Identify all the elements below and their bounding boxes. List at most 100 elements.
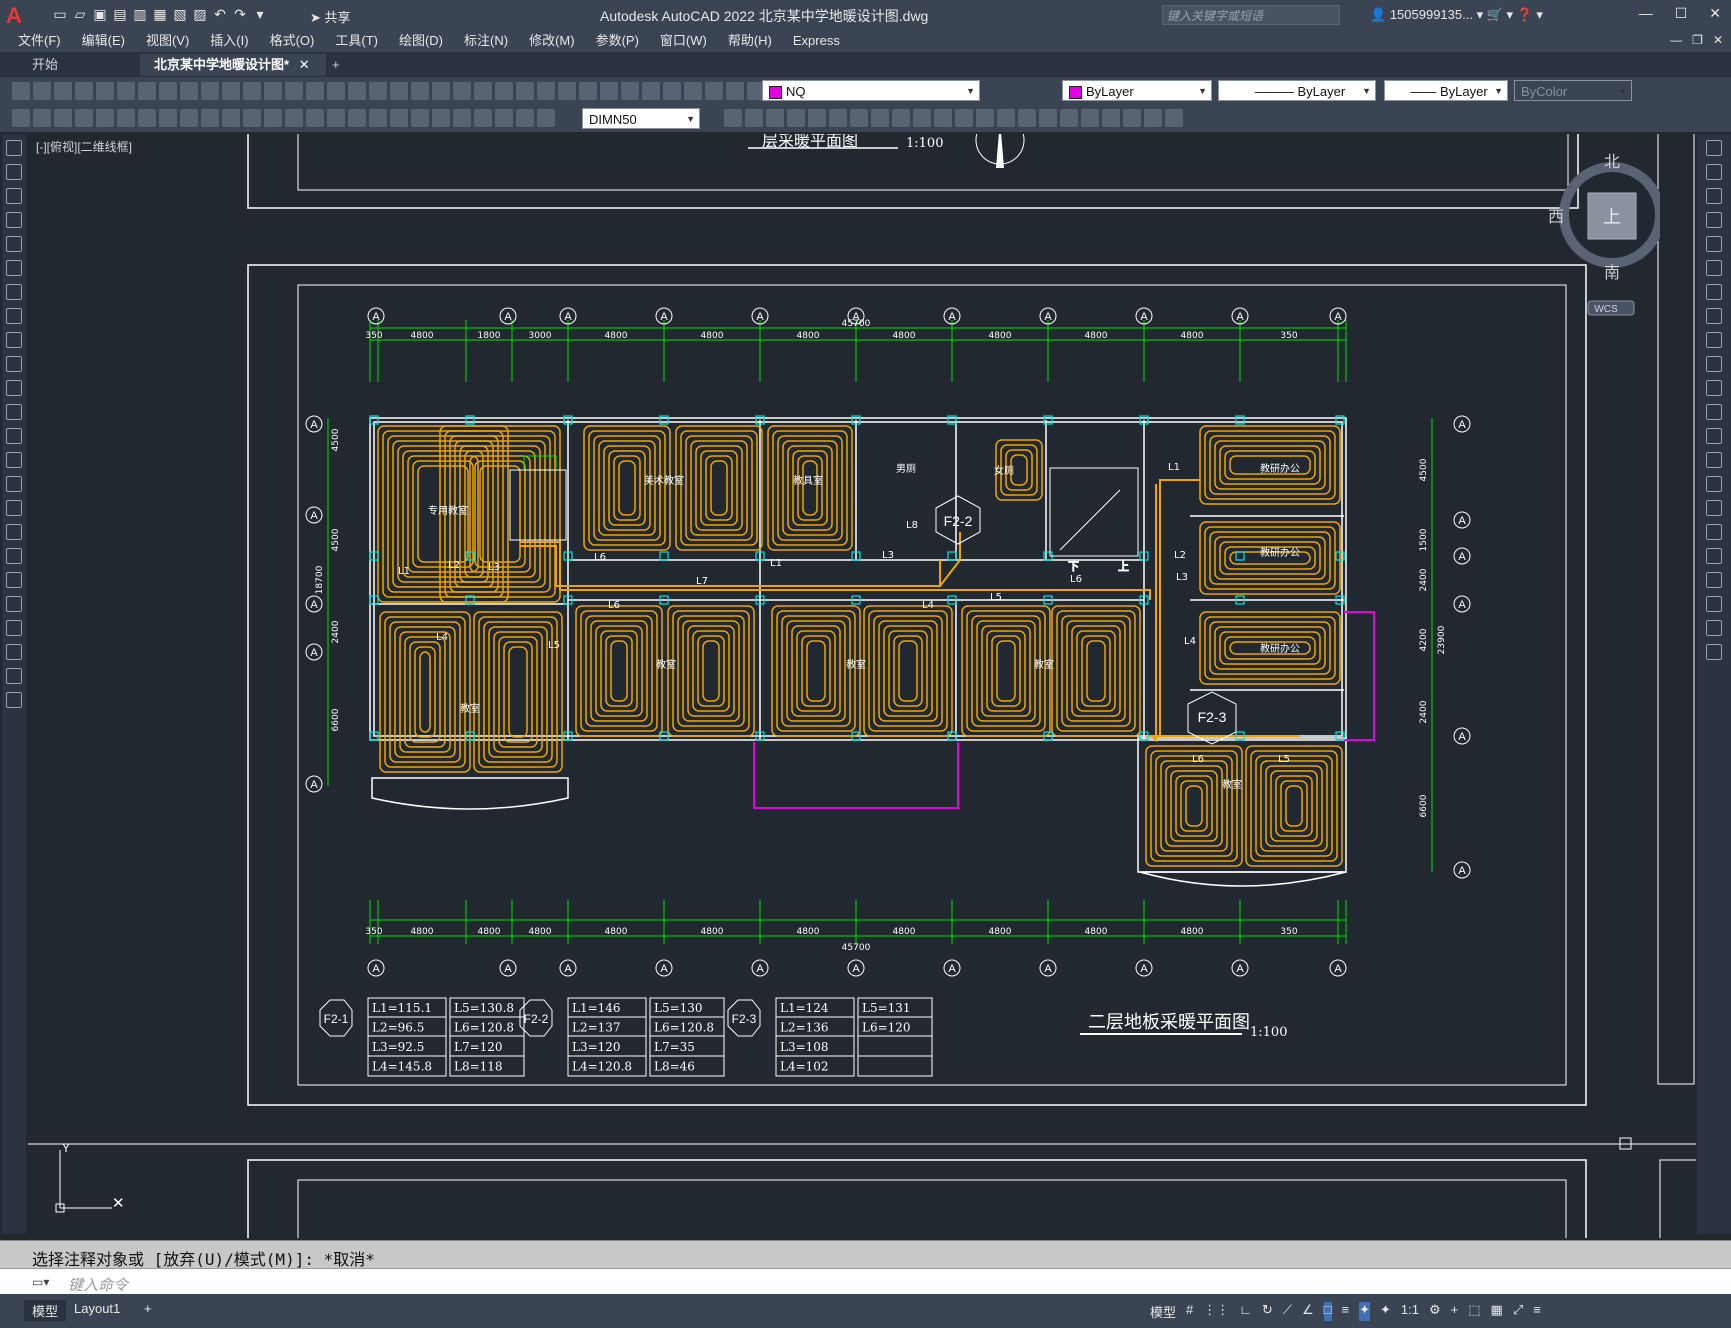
modify-tool-13[interactable] bbox=[1706, 452, 1722, 468]
close-button[interactable]: ✕ bbox=[1709, 5, 1721, 22]
draw-tool-18[interactable] bbox=[6, 572, 22, 588]
menu-item-0[interactable]: 文件(F) bbox=[18, 30, 61, 52]
open-sheet-icon[interactable]: ▥ bbox=[132, 6, 148, 22]
modify-tool-9[interactable] bbox=[1706, 356, 1722, 372]
modify-tool-icon-4[interactable] bbox=[808, 109, 826, 127]
draw-tool-21[interactable] bbox=[6, 644, 22, 660]
draw-tool-17[interactable] bbox=[6, 548, 22, 564]
draw-tool-12[interactable] bbox=[6, 428, 22, 444]
lineweight-icon[interactable]: ≡ bbox=[1342, 1302, 1350, 1321]
standard-tool-icon-20[interactable] bbox=[432, 82, 450, 100]
modify-tool-icon-18[interactable] bbox=[1102, 109, 1120, 127]
lineweight-combo[interactable]: —— ByLayer ▼ bbox=[1384, 80, 1508, 101]
modify-tool-icon-13[interactable] bbox=[997, 109, 1015, 127]
modify-tool-icon-1[interactable] bbox=[745, 109, 763, 127]
menu-item-10[interactable]: 窗口(W) bbox=[660, 30, 707, 52]
dim-tool-icon-6[interactable] bbox=[138, 109, 156, 127]
modify-tool-icon-16[interactable] bbox=[1060, 109, 1078, 127]
new-file-icon[interactable]: ▭ bbox=[52, 6, 68, 22]
osnap-icon[interactable]: ∠ bbox=[1302, 1302, 1314, 1321]
standard-tool-icon-22[interactable] bbox=[474, 82, 492, 100]
standard-tool-icon-12[interactable] bbox=[264, 82, 282, 100]
standard-tool-icon-7[interactable] bbox=[159, 82, 177, 100]
standard-tool-icon-11[interactable] bbox=[243, 82, 261, 100]
object-snap-icon[interactable]: □ bbox=[1323, 1302, 1332, 1321]
standard-tool-icon-30[interactable] bbox=[642, 82, 660, 100]
draw-tool-5[interactable] bbox=[6, 260, 22, 276]
dim-tool-icon-4[interactable] bbox=[96, 109, 114, 127]
modify-tool-icon-19[interactable] bbox=[1123, 109, 1141, 127]
dim-tool-icon-8[interactable] bbox=[180, 109, 198, 127]
standard-tool-icon-2[interactable] bbox=[54, 82, 72, 100]
modify-tool-18[interactable] bbox=[1706, 572, 1722, 588]
dim-tool-icon-5[interactable] bbox=[117, 109, 135, 127]
standard-tool-icon-25[interactable] bbox=[537, 82, 555, 100]
model-tab[interactable]: 模型 bbox=[24, 1300, 67, 1321]
dim-tool-icon-13[interactable] bbox=[285, 109, 303, 127]
customize-qat-icon[interactable]: ▾ bbox=[252, 6, 268, 22]
draw-tool-19[interactable] bbox=[6, 596, 22, 612]
menu-item-7[interactable]: 标注(N) bbox=[464, 30, 508, 52]
open-folder-icon[interactable]: ▱ bbox=[72, 6, 88, 22]
dim-tool-icon-24[interactable] bbox=[516, 109, 534, 127]
standard-tool-icon-34[interactable] bbox=[726, 82, 744, 100]
draw-tool-1[interactable] bbox=[6, 164, 22, 180]
dim-tool-icon-10[interactable] bbox=[222, 109, 240, 127]
modify-tool-icon-7[interactable] bbox=[871, 109, 889, 127]
dim-tool-icon-7[interactable] bbox=[159, 109, 177, 127]
standard-tool-icon-15[interactable] bbox=[327, 82, 345, 100]
standard-tool-icon-10[interactable] bbox=[222, 82, 240, 100]
standard-tool-icon-21[interactable] bbox=[453, 82, 471, 100]
modify-tool-16[interactable] bbox=[1706, 524, 1722, 540]
dim-tool-icon-9[interactable] bbox=[201, 109, 219, 127]
viewcube-west[interactable]: 西 bbox=[1548, 209, 1564, 226]
dim-tool-icon-23[interactable] bbox=[495, 109, 513, 127]
dim-tool-icon-14[interactable] bbox=[306, 109, 324, 127]
polar-icon[interactable]: ↻ bbox=[1262, 1302, 1273, 1321]
minimize-button[interactable]: — bbox=[1639, 5, 1653, 22]
modify-tool-icon-5[interactable] bbox=[829, 109, 847, 127]
mdi-restore-button[interactable]: ❐ bbox=[1692, 33, 1703, 47]
isodraft-icon[interactable]: ⟋ bbox=[1283, 1302, 1292, 1321]
standard-tool-icon-26[interactable] bbox=[558, 82, 576, 100]
autoscale-icon[interactable]: ✦ bbox=[1380, 1302, 1391, 1321]
mdi-close-button[interactable]: ✕ bbox=[1713, 33, 1723, 47]
modify-tool-icon-8[interactable] bbox=[892, 109, 910, 127]
menu-item-3[interactable]: 插入(I) bbox=[210, 30, 248, 52]
fullscreen-icon[interactable]: ⤢ bbox=[1513, 1302, 1523, 1321]
standard-tool-icon-31[interactable] bbox=[663, 82, 681, 100]
standard-tool-icon-18[interactable] bbox=[390, 82, 408, 100]
standard-tool-icon-0[interactable] bbox=[12, 82, 30, 100]
standard-tool-icon-6[interactable] bbox=[138, 82, 156, 100]
import-icon[interactable]: ▦ bbox=[152, 6, 168, 22]
annotation-scale-button[interactable]: 1:1 bbox=[1401, 1302, 1419, 1321]
search-input[interactable]: 键入关键字或短语 bbox=[1162, 5, 1340, 25]
close-tab-icon[interactable]: ✕ bbox=[299, 57, 310, 72]
draw-tool-7[interactable] bbox=[6, 308, 22, 324]
menu-item-5[interactable]: 工具(T) bbox=[335, 30, 378, 52]
gear-icon[interactable]: ⚙ bbox=[1429, 1302, 1441, 1321]
modify-tool-icon-14[interactable] bbox=[1018, 109, 1036, 127]
modify-tool-15[interactable] bbox=[1706, 500, 1722, 516]
draw-tool-16[interactable] bbox=[6, 524, 22, 540]
standard-tool-icon-14[interactable] bbox=[306, 82, 324, 100]
command-prompt-icon[interactable]: ▭▾ bbox=[32, 1275, 49, 1289]
draw-tool-4[interactable] bbox=[6, 236, 22, 252]
modify-tool-icon-11[interactable] bbox=[955, 109, 973, 127]
standard-tool-icon-17[interactable] bbox=[369, 82, 387, 100]
dimstyle-combo[interactable]: DIMN50 ▼ bbox=[582, 108, 700, 129]
standard-tool-icon-16[interactable] bbox=[348, 82, 366, 100]
menu-item-8[interactable]: 修改(M) bbox=[529, 30, 575, 52]
standard-tool-icon-13[interactable] bbox=[285, 82, 303, 100]
draw-tool-14[interactable] bbox=[6, 476, 22, 492]
standard-tool-icon-28[interactable] bbox=[600, 82, 618, 100]
menu-item-12[interactable]: Express bbox=[793, 30, 840, 52]
model-space-button[interactable]: 模型 bbox=[1150, 1302, 1176, 1321]
layout1-tab[interactable]: Layout1 bbox=[66, 1300, 128, 1317]
command-input[interactable]: ▭▾ 键入命令 bbox=[0, 1268, 1731, 1295]
menu-item-6[interactable]: 绘图(D) bbox=[399, 30, 443, 52]
modify-tool-icon-3[interactable] bbox=[787, 109, 805, 127]
user-account-button[interactable]: 👤 1505999135... ▾ 🛒 ▾ ❓ ▾ bbox=[1370, 7, 1543, 23]
undo-icon[interactable]: ↶ bbox=[212, 6, 228, 22]
snap-icon[interactable]: ⋮⋮ bbox=[1203, 1302, 1229, 1321]
